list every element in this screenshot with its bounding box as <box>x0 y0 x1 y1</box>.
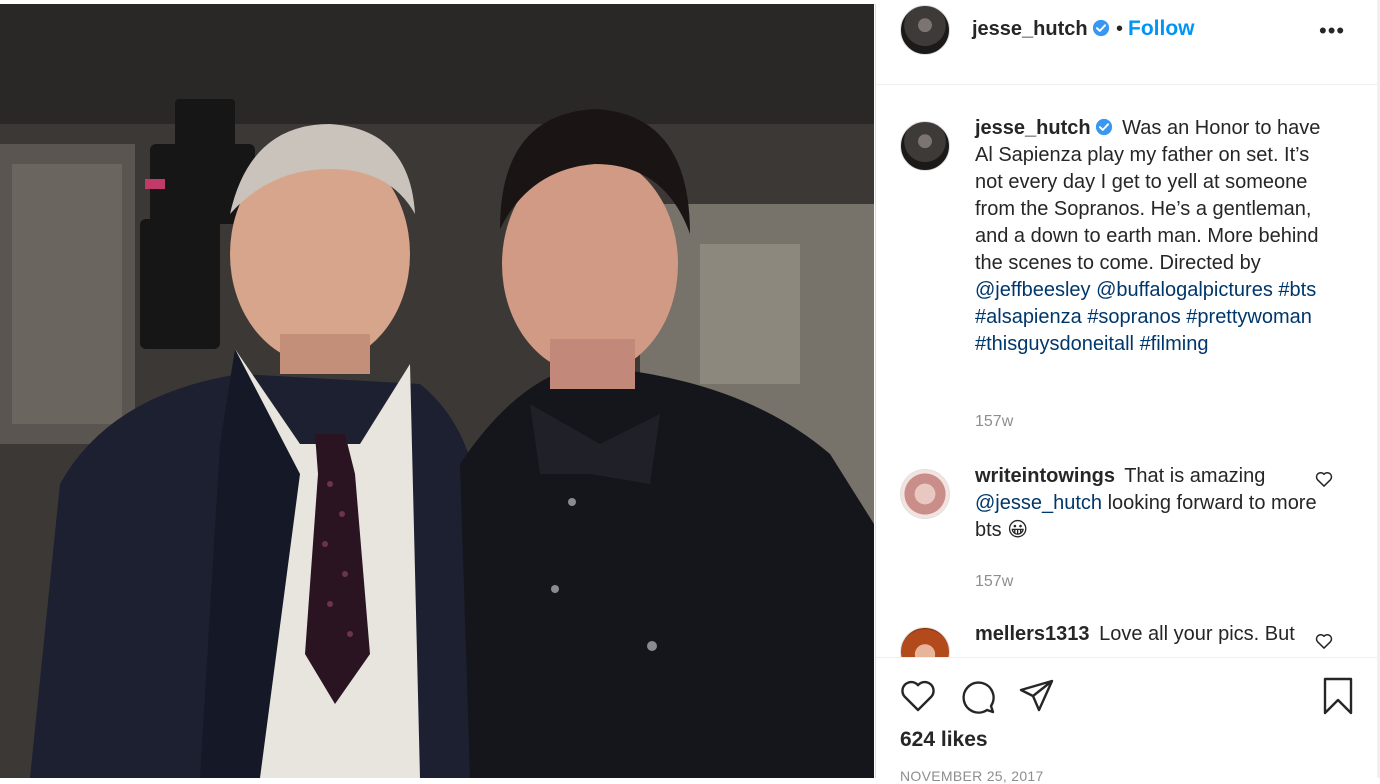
grinning-emoji-icon: 😀 <box>1007 519 1029 541</box>
hashtag-link[interactable]: #alsapienza <box>975 306 1082 328</box>
caption-timestamp[interactable]: 157w <box>975 413 1013 431</box>
paper-plane-icon[interactable] <box>1017 676 1057 716</box>
follow-button[interactable]: Follow <box>1128 17 1195 41</box>
comment-body: mellers1313 Love all your pics. But <box>975 621 1335 648</box>
caption-text: Was an Honor to have Al Sapienza play my… <box>975 117 1321 274</box>
author-avatar[interactable] <box>900 5 950 55</box>
caption-username[interactable]: jesse_hutch <box>975 117 1113 139</box>
commenter-avatar[interactable] <box>900 469 950 519</box>
mention-link[interactable]: @buffalogalpictures <box>1096 279 1273 301</box>
comment-bubble-icon[interactable] <box>958 676 998 716</box>
author-username[interactable]: jesse_hutch <box>972 18 1110 41</box>
post-side-panel: jesse_hutch • Follow ••• jesse_hutch Was… <box>875 4 1379 784</box>
hashtag-link[interactable]: #filming <box>1140 333 1209 355</box>
verified-badge-icon <box>1095 118 1112 136</box>
likes-count[interactable]: 624 likes <box>900 728 988 752</box>
post-header: jesse_hutch • Follow ••• <box>876 4 1378 85</box>
comment-like-heart-icon[interactable] <box>1314 469 1334 489</box>
verified-badge-icon <box>1092 19 1109 37</box>
comment-timestamp[interactable]: 157w <box>975 573 1013 591</box>
heart-icon[interactable] <box>898 676 938 716</box>
comments-list[interactable]: jesse_hutch Was an Honor to have Al Sapi… <box>876 85 1378 657</box>
post-date[interactable]: NOVEMBER 25, 2017 <box>900 768 1044 784</box>
commenter-avatar[interactable] <box>900 627 950 657</box>
mention-link[interactable]: @jeffbeesley <box>975 279 1091 301</box>
mention-link[interactable]: @jesse_hutch <box>975 492 1102 514</box>
comment-text: That is amazing <box>1124 465 1266 487</box>
hashtag-link[interactable]: #thisguysdoneitall <box>975 333 1134 355</box>
more-options-icon[interactable]: ••• <box>1319 18 1345 44</box>
comment-username[interactable]: mellers1313 <box>975 623 1090 645</box>
comment-username[interactable]: writeintowings <box>975 465 1115 487</box>
hashtag-link[interactable]: #prettywoman <box>1186 306 1312 328</box>
post-actions: 624 likes NOVEMBER 25, 2017 <box>876 657 1378 784</box>
author-avatar[interactable] <box>900 121 950 171</box>
comment-body: writeintowings That is amazing @jesse_hu… <box>975 463 1335 544</box>
bookmark-icon[interactable] <box>1318 676 1358 716</box>
hashtag-link[interactable]: #bts <box>1278 279 1316 301</box>
separator-dot: • <box>1116 18 1124 40</box>
comment-text: Love all your pics. But <box>1099 623 1295 645</box>
hashtag-link[interactable]: #sopranos <box>1087 306 1180 328</box>
caption-body: jesse_hutch Was an Honor to have Al Sapi… <box>975 115 1335 358</box>
photo-illustration <box>0 4 874 778</box>
comment-like-heart-icon[interactable] <box>1314 631 1334 651</box>
post-photo[interactable] <box>0 4 874 778</box>
